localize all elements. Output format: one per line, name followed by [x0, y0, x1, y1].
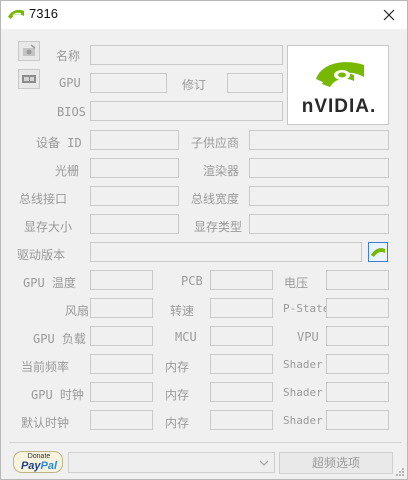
fan-field[interactable]: [90, 298, 153, 318]
camera-icon: [23, 44, 36, 56]
gpu-selector-dropdown[interactable]: [68, 452, 275, 473]
paypal-pay-text: Pay: [20, 460, 41, 472]
default-shader-field[interactable]: [326, 410, 389, 430]
nvidia-driver-button[interactable]: [368, 242, 388, 262]
revision-field[interactable]: [227, 73, 283, 93]
bios-field[interactable]: [90, 101, 283, 121]
card-info-icon-button[interactable]: [18, 69, 40, 89]
title-bar[interactable]: 7316: [1, 1, 407, 29]
paypal-donate-text: Donate: [27, 453, 51, 460]
mcu-field[interactable]: [210, 326, 273, 346]
driver-version-field[interactable]: [90, 242, 362, 262]
overclock-options-button[interactable]: 超频选项: [279, 452, 393, 474]
label-memory-size: 显存大小: [24, 220, 73, 234]
label-mcu: MCU: [175, 330, 197, 344]
label-device-id: 设备 ID: [36, 136, 82, 150]
label-pcb: PCB: [181, 274, 203, 288]
resize-grip-icon[interactable]: [395, 467, 405, 477]
label-default-shader: Shader: [283, 414, 323, 427]
label-pstate: P-State: [283, 302, 330, 315]
label-gpu-clock: GPU 时钟: [31, 388, 84, 402]
vendor-logo: nVIDIA.: [287, 45, 389, 125]
gpu-shader-field[interactable]: [326, 382, 389, 402]
chevron-down-icon: [259, 460, 269, 466]
label-memory-type: 显存类型: [194, 220, 243, 234]
gpu-field[interactable]: [90, 73, 167, 93]
app-window: 7316 名称 GPU 修订 BIOS nVIDIA. 设备 ID 子供应商 光…: [0, 0, 408, 480]
label-current-shader: Shader: [283, 358, 323, 371]
label-bios: BIOS: [57, 105, 86, 119]
current-clock-field[interactable]: [90, 354, 153, 374]
default-clock-field[interactable]: [90, 410, 153, 430]
label-default-clock: 默认时钟: [21, 416, 70, 430]
paypal-donate-button[interactable]: Donate PayPal: [13, 451, 63, 473]
gpu-load-field[interactable]: [90, 326, 153, 346]
paypal-logo: PayPal: [14, 460, 64, 472]
shaders-field[interactable]: [249, 158, 389, 178]
default-memory-field[interactable]: [210, 410, 273, 430]
label-gpu-temp: GPU 温度: [23, 276, 76, 290]
close-icon: [383, 9, 395, 21]
label-gpu-shader: Shader: [283, 386, 323, 399]
footer-divider: [9, 442, 401, 443]
nvidia-eye-icon: [7, 7, 25, 21]
label-default-memory: 内存: [165, 416, 190, 430]
label-voltage: 电压: [284, 276, 309, 290]
nvidia-eye-icon: [371, 248, 385, 257]
label-subvendor: 子供应商: [191, 136, 240, 150]
pstate-field[interactable]: [326, 298, 389, 318]
bus-width-field[interactable]: [249, 186, 389, 206]
gpu-memory-field[interactable]: [210, 382, 273, 402]
memory-type-field[interactable]: [249, 214, 389, 234]
screenshot-icon-button[interactable]: [18, 41, 40, 61]
device-id-field[interactable]: [90, 130, 179, 150]
label-vpu: VPU: [297, 330, 319, 344]
window-title: 7316: [29, 6, 58, 21]
paypal-pal-text: Pal: [40, 460, 58, 472]
label-driver-version: 驱动版本: [17, 248, 66, 262]
label-name: 名称: [56, 49, 81, 63]
rops-field[interactable]: [90, 158, 179, 178]
gpu-clock-field[interactable]: [90, 382, 153, 402]
label-speed: 转速: [170, 304, 195, 318]
label-gpu-load: GPU 负载: [33, 332, 86, 346]
label-rops: 光栅: [55, 164, 80, 178]
bus-interface-field[interactable]: [90, 186, 179, 206]
pcb-field[interactable]: [210, 270, 273, 290]
voltage-field[interactable]: [326, 270, 389, 290]
name-field[interactable]: [90, 45, 283, 65]
graphics-card-icon: [22, 75, 36, 83]
gpu-temp-field[interactable]: [90, 270, 153, 290]
memory-size-field[interactable]: [90, 214, 179, 234]
close-button[interactable]: [371, 1, 407, 29]
current-shader-field[interactable]: [326, 354, 389, 374]
label-fan: 风扇: [65, 304, 90, 318]
label-revision: 修订: [182, 78, 207, 92]
speed-field[interactable]: [210, 298, 273, 318]
label-bus-interface: 总线接口: [19, 192, 68, 206]
label-current-memory: 内存: [165, 360, 190, 374]
nvidia-wordmark: nVIDIA.: [301, 96, 377, 117]
label-gpu-memory: 内存: [165, 388, 190, 402]
current-memory-field[interactable]: [210, 354, 273, 374]
subvendor-field[interactable]: [249, 130, 389, 150]
vpu-field[interactable]: [326, 326, 389, 346]
label-current-clock: 当前频率: [21, 360, 70, 374]
label-gpu: GPU: [59, 76, 81, 90]
label-bus-width: 总线宽度: [191, 192, 240, 206]
label-shaders: 渲染器: [203, 164, 240, 178]
